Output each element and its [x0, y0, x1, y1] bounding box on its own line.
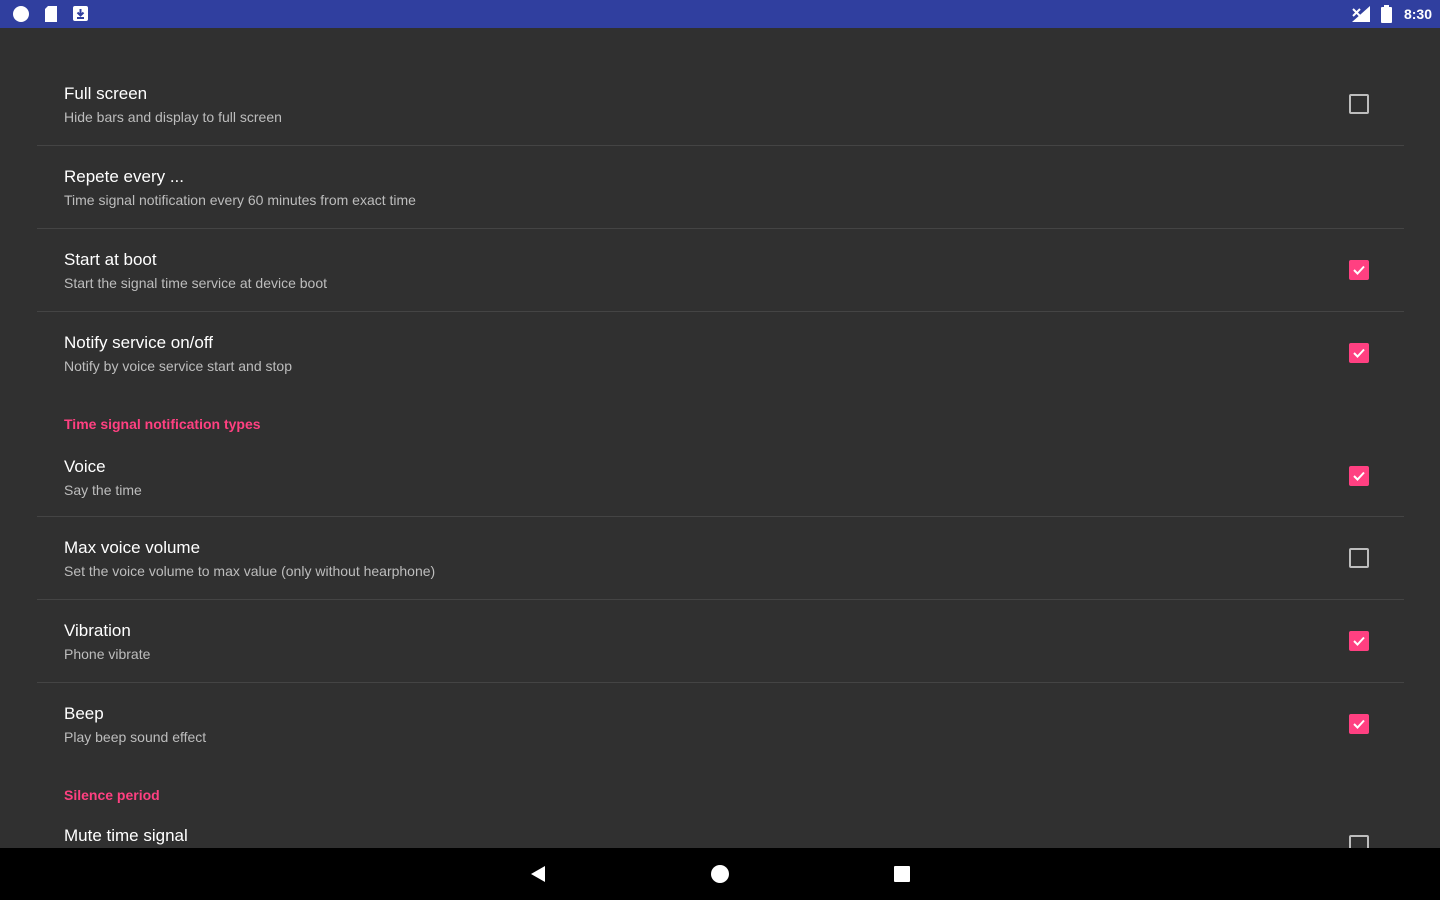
pref-title: Beep: [64, 704, 104, 723]
pref-title: Voice: [64, 457, 106, 476]
pref-max-voice-volume[interactable]: Max voice volume Set the voice volume to…: [0, 517, 1440, 599]
notify-service-checkbox[interactable]: [1349, 343, 1369, 363]
full-screen-checkbox[interactable]: [1349, 94, 1369, 114]
pref-title: Vibration: [64, 621, 131, 640]
pref-summary: Notify by voice service start and stop: [64, 358, 292, 374]
category-silence-period: Silence period: [64, 787, 160, 803]
status-bar: 8:30: [0, 0, 1440, 28]
pref-summary: Say the time: [64, 482, 142, 498]
circle-notification-icon: [13, 6, 29, 22]
home-icon[interactable]: [709, 862, 731, 886]
check-icon: [1353, 719, 1365, 729]
pref-title: Start at boot: [64, 250, 157, 269]
pref-start-at-boot[interactable]: Start at boot Start the signal time serv…: [0, 229, 1440, 311]
pref-summary: Set the voice volume to max value (only …: [64, 563, 436, 579]
category-notification-types: Time signal notification types: [64, 416, 261, 432]
pref-mute-time-signal[interactable]: Mute time signal: [0, 806, 1440, 848]
pref-voice[interactable]: Voice Say the time: [0, 435, 1440, 517]
navigation-bar: [0, 848, 1440, 900]
pref-summary: Hide bars and display to full screen: [64, 109, 282, 125]
battery-icon: [1381, 5, 1392, 23]
vibration-checkbox[interactable]: [1349, 631, 1369, 651]
voice-checkbox[interactable]: [1349, 466, 1369, 486]
check-icon: [1353, 471, 1365, 481]
pref-summary: Time signal notification every 60 minute…: [64, 192, 416, 208]
pref-title: Max voice volume: [64, 538, 201, 557]
start-at-boot-checkbox[interactable]: [1349, 260, 1369, 280]
pref-beep[interactable]: Beep Play beep sound effect: [0, 683, 1440, 765]
signal-icon: [1352, 6, 1370, 22]
check-icon: [1353, 636, 1365, 646]
pref-summary: Phone vibrate: [64, 646, 151, 662]
pref-title: Mute time signal: [64, 826, 188, 845]
status-bar-time: 8:30: [1403, 6, 1432, 22]
recents-icon[interactable]: [891, 862, 913, 886]
pref-repeat-every[interactable]: Repete every ... Time signal notificatio…: [0, 146, 1440, 228]
pref-notify-service[interactable]: Notify service on/off Notify by voice se…: [0, 312, 1440, 394]
pref-title: Repete every ...: [64, 167, 185, 186]
max-voice-volume-checkbox[interactable]: [1349, 548, 1369, 568]
pref-vibration[interactable]: Vibration Phone vibrate: [0, 600, 1440, 682]
check-icon: [1353, 265, 1365, 275]
pref-full-screen[interactable]: Full screen Hide bars and display to ful…: [0, 68, 1440, 146]
back-icon[interactable]: [527, 862, 549, 886]
settings-list[interactable]: Full screen Hide bars and display to ful…: [0, 28, 1440, 848]
check-icon: [1353, 348, 1365, 358]
download-icon: [73, 6, 88, 21]
pref-title: Notify service on/off: [64, 333, 213, 352]
pref-summary: Play beep sound effect: [64, 729, 207, 745]
pref-title: Full screen: [64, 84, 148, 103]
beep-checkbox[interactable]: [1349, 714, 1369, 734]
sd-card-icon: [45, 6, 57, 22]
mute-time-signal-checkbox[interactable]: [1349, 835, 1369, 848]
pref-summary: Start the signal time service at device …: [64, 275, 328, 291]
